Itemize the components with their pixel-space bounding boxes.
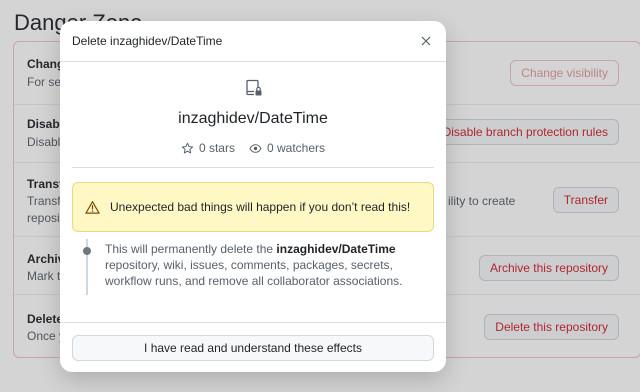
watchers-stat: 0 watchers [249, 141, 325, 155]
delete-repository-dialog: Delete inzaghidev/DateTime inzaghidev/Da… [60, 21, 446, 372]
effect-suffix: repository, wiki, issues, comments, pack… [105, 258, 403, 288]
effect-description: This will permanently delete the inzaghi… [105, 241, 435, 289]
warning-text: Unexpected bad things will happen if you… [110, 200, 411, 214]
repo-locked-icon [244, 78, 264, 98]
watchers-count: 0 watchers [266, 141, 326, 155]
star-icon [181, 142, 194, 155]
warning-banner: Unexpected bad things will happen if you… [72, 182, 434, 232]
dialog-title: Delete inzaghidev/DateTime [72, 34, 223, 48]
footer-divider [60, 322, 446, 323]
eye-icon [249, 142, 262, 155]
timeline-dot [83, 247, 91, 255]
close-icon[interactable] [418, 33, 434, 49]
repo-name: inzaghidev/DateTime [178, 110, 328, 127]
dialog-header: Delete inzaghidev/DateTime [60, 21, 446, 62]
alert-icon [85, 200, 100, 215]
divider [72, 167, 434, 168]
effect-repo-name: inzaghidev/DateTime [276, 242, 396, 256]
effect-prefix: This will permanently delete the [105, 242, 277, 256]
stars-count: 0 stars [198, 141, 235, 155]
stars-stat: 0 stars [181, 141, 235, 155]
repo-stats: 0 stars 0 watchers [60, 141, 446, 155]
confirm-effects-button[interactable]: I have read and understand these effects [72, 335, 434, 361]
